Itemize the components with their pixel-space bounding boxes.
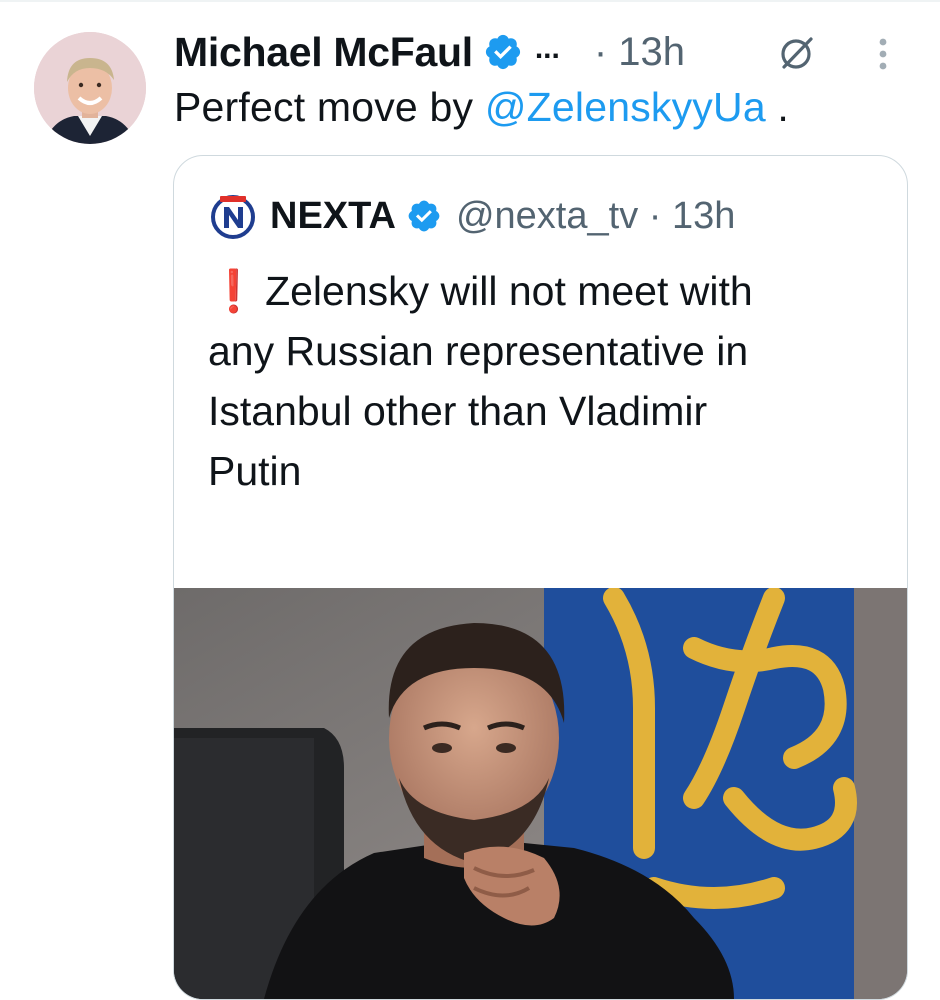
quote-line-3: Istanbul other than Vladimir <box>208 388 708 434</box>
quoted-tweet-photo[interactable] <box>174 588 907 999</box>
tweet-text-prefix: Perfect move by <box>174 84 485 130</box>
grok-icon[interactable] <box>775 31 819 75</box>
tweet-text-suffix: . <box>765 84 790 130</box>
quote-line-4: Putin <box>208 448 302 494</box>
tweet-header: Michael McFaul ... · 13h <box>174 24 685 80</box>
quote-author-name[interactable]: NEXTA <box>270 195 396 238</box>
nexta-logo[interactable] <box>210 193 256 239</box>
quote-verified-badge-icon <box>396 198 442 234</box>
name-ellipsis: ... <box>534 32 560 65</box>
verified-badge-icon <box>483 32 523 72</box>
top-divider <box>0 0 940 2</box>
exclamation-icon: ❗ <box>208 268 260 314</box>
quote-line-2: any Russian representative in <box>208 328 749 374</box>
quote-handle-time[interactable]: @nexta_tv · 13h <box>456 195 735 238</box>
mention-link[interactable]: @ZelenskyyUa <box>485 84 766 130</box>
quote-line-1: Zelensky will not meet with <box>265 268 753 314</box>
author-name[interactable]: Michael McFaul <box>174 29 473 76</box>
more-options-icon[interactable] <box>873 36 893 76</box>
quote-text: ❗ Zelensky will not meet with any Russian… <box>208 261 888 501</box>
tweet-timestamp[interactable]: · 13h <box>594 30 685 75</box>
avatar[interactable] <box>34 32 146 144</box>
quote-text-line: ❗ Zelensky will not meet with <box>208 261 888 321</box>
quoted-tweet-card[interactable]: NEXTA @nexta_tv · 13h ❗ Zelensky will not… <box>173 155 908 1000</box>
quote-header: NEXTA @nexta_tv · 13h <box>210 192 735 240</box>
tweet-text: Perfect move by @ZelenskyyUa . <box>174 84 789 131</box>
